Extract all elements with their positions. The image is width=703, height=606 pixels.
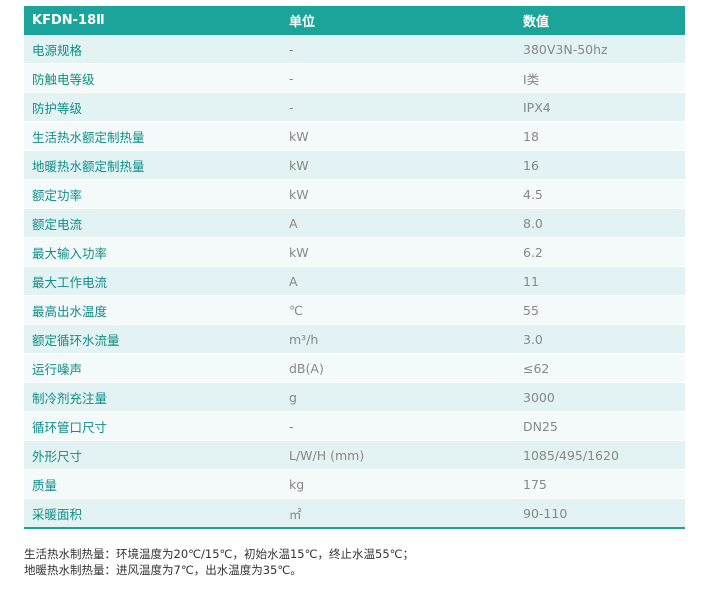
table-row: 额定循环水流量 m³/h 3.0: [24, 324, 685, 354]
spec-value: 8.0: [515, 208, 685, 238]
spec-unit: kW: [281, 179, 515, 209]
spec-value: 6.2: [515, 237, 685, 267]
table-row: 生活热水额定制热量 kW 18: [24, 121, 685, 151]
table-header-row: KFDN-18Ⅱ 单位 数值: [24, 6, 685, 35]
spec-value: ≤62: [515, 353, 685, 383]
header-model: KFDN-18Ⅱ: [24, 6, 281, 35]
spec-name: 循环管口尺寸: [24, 411, 281, 441]
spec-unit: -: [281, 63, 515, 93]
spec-value: 90-110: [515, 498, 685, 529]
spec-name: 外形尺寸: [24, 440, 281, 470]
spec-unit: kg: [281, 469, 515, 499]
spec-value: 380V3N-50hz: [515, 35, 685, 64]
table-row: 最大输入功率 kW 6.2: [24, 237, 685, 267]
spec-value: 11: [515, 266, 685, 296]
spec-name: 地暖热水额定制热量: [24, 150, 281, 180]
spec-unit: A: [281, 266, 515, 296]
spec-name: 制冷剂充注量: [24, 382, 281, 412]
spec-unit: -: [281, 35, 515, 64]
table-row: 制冷剂充注量 g 3000: [24, 382, 685, 412]
table-row: 防护等级 - IPX4: [24, 92, 685, 122]
table-row: 循环管口尺寸 - DN25: [24, 411, 685, 441]
table-row: 最大工作电流 A 11: [24, 266, 685, 296]
table-row: 最高出水温度 ℃ 55: [24, 295, 685, 325]
spec-value: 4.5: [515, 179, 685, 209]
spec-value: 16: [515, 150, 685, 180]
table-row: 额定功率 kW 4.5: [24, 179, 685, 209]
spec-value: DN25: [515, 411, 685, 441]
table-row: 地暖热水额定制热量 kW 16: [24, 150, 685, 180]
spec-name: 防触电等级: [24, 63, 281, 93]
table-row: 额定电流 A 8.0: [24, 208, 685, 238]
footnote-hot-water: 生活热水制热量：环境温度为20℃/15℃，初始水温15℃，终止水温55℃；: [24, 547, 415, 561]
spec-unit: kW: [281, 121, 515, 151]
spec-value: 1085/495/1620: [515, 440, 685, 470]
table-row: 运行噪声 dB(A) ≤62: [24, 353, 685, 383]
spec-unit: g: [281, 382, 515, 412]
spec-name: 电源规格: [24, 35, 281, 64]
spec-unit: ℃: [281, 295, 515, 325]
spec-name: 防护等级: [24, 92, 281, 122]
spec-unit: m³/h: [281, 324, 515, 354]
spec-unit: kW: [281, 150, 515, 180]
spec-unit: L/W/H (mm): [281, 440, 515, 470]
spec-unit: -: [281, 411, 515, 441]
header-value: 数值: [515, 6, 685, 35]
spec-name: 质量: [24, 469, 281, 499]
table-row: 外形尺寸 L/W/H (mm) 1085/495/1620: [24, 440, 685, 470]
spec-value: 3000: [515, 382, 685, 412]
spec-name: 最大工作电流: [24, 266, 281, 296]
spec-name: 最高出水温度: [24, 295, 281, 325]
table-row: 质量 kg 175: [24, 469, 685, 499]
spec-name: 生活热水额定制热量: [24, 121, 281, 151]
table-row: 防触电等级 - I类: [24, 63, 685, 93]
spec-name: 额定电流: [24, 208, 281, 238]
spec-value: 55: [515, 295, 685, 325]
table-row: 电源规格 -380V3N-50hz: [24, 35, 685, 64]
spec-unit: -: [281, 92, 515, 122]
spec-value: I类: [515, 63, 685, 93]
spec-table: KFDN-18Ⅱ 单位 数值 电源规格 -380V3N-50hz 防触电等级 - I类防…: [24, 6, 685, 529]
spec-table-body: 电源规格 -380V3N-50hz 防触电等级 - I类 防护等级 - IPX4 生活热水额定制…: [24, 35, 685, 529]
footnote-floor-heating: 地暖热水制热量：进风温度为7℃，出水温度为35℃。: [24, 563, 302, 577]
spec-name: 额定功率: [24, 179, 281, 209]
spec-value: IPX4: [515, 92, 685, 122]
spec-unit: dB(A): [281, 353, 515, 383]
spec-name: 采暖面积: [24, 498, 281, 529]
spec-value: 175: [515, 469, 685, 499]
spec-unit: ㎡: [281, 498, 515, 529]
spec-name: 最大输入功率: [24, 237, 281, 267]
spec-value: 18: [515, 121, 685, 151]
footnotes: 生活热水制热量：环境温度为20℃/15℃，初始水温15℃，终止水温55℃； 地暖…: [24, 546, 414, 578]
spec-name: 运行噪声: [24, 353, 281, 383]
table-row: 采暖面积㎡ 90-110: [24, 498, 685, 529]
spec-unit: A: [281, 208, 515, 238]
spec-unit: kW: [281, 237, 515, 267]
spec-name: 额定循环水流量: [24, 324, 281, 354]
spec-value: 3.0: [515, 324, 685, 354]
header-unit: 单位: [281, 6, 515, 35]
